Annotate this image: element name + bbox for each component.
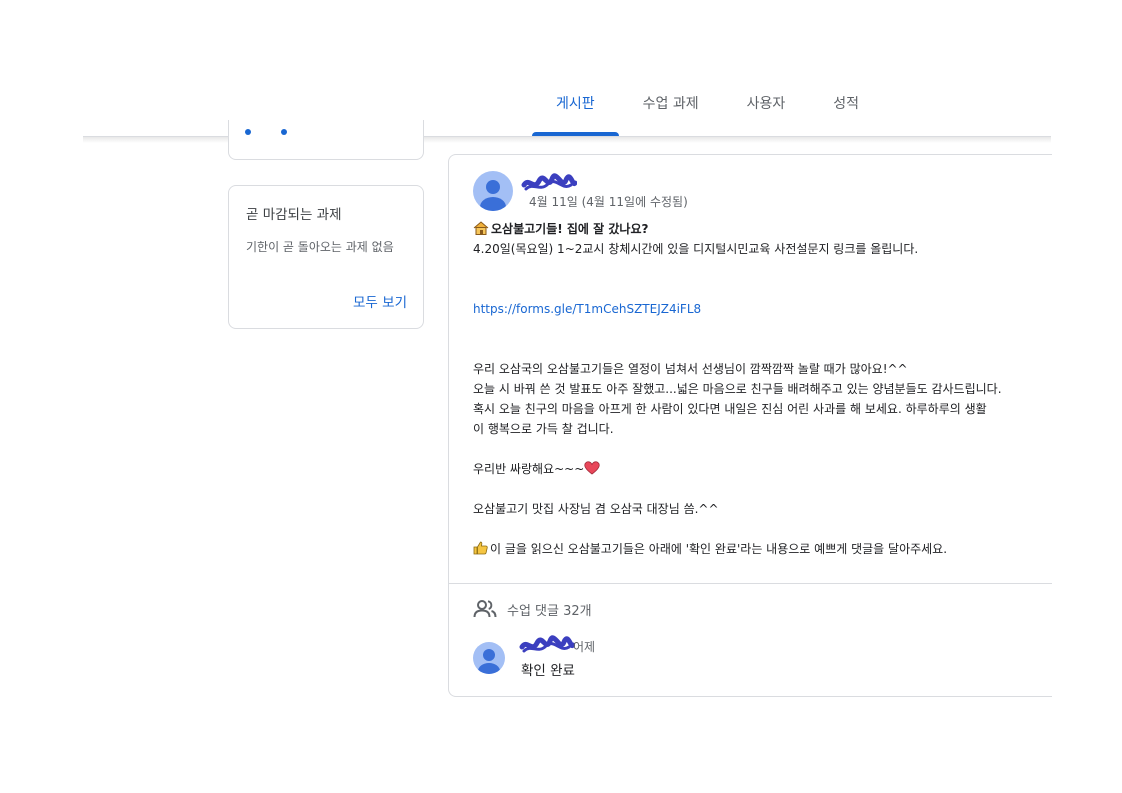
post-link-line: https://forms.gle/T1mCehSZTEJZ4iFL8 [473, 299, 1052, 319]
comments-divider [449, 583, 1052, 584]
post-body: 오삼불고기들! 집에 잘 갔나요? 4.20일(목요일) 1~2교시 창체시간에… [473, 219, 1052, 559]
thumbs-up-emoji-icon [473, 541, 488, 555]
post-intro: 4.20일(목요일) 1~2교시 창체시간에 있을 디지털시민교육 사전설문지 … [473, 242, 919, 256]
post-signature: 오삼불고기 맛집 사장님 겸 오삼국 대장님 씀.^^ [473, 502, 719, 516]
redacted-commenter-name [519, 635, 575, 653]
class-tabs: 게시판 수업 과제 사용자 성적 [532, 76, 883, 136]
tab-stream[interactable]: 게시판 [532, 76, 619, 136]
tab-people[interactable]: 사용자 [723, 76, 810, 136]
avatar-head [483, 649, 495, 661]
post-paragraph-line: 오늘 시 바꿔 쓴 것 발표도 아주 잘했고...넓은 마음으로 친구들 배려해… [473, 382, 1002, 396]
comment-count: 수업 댓글 32개 [507, 603, 592, 619]
people-icon [473, 600, 497, 618]
post-love-line: 우리반 싸랑해요~~~ [473, 459, 1052, 479]
upcoming-empty-text: 기한이 곧 돌아오는 과제 없음 [246, 240, 394, 254]
post-request: 이 글을 읽으신 오삼불고기들은 아래에 '확인 완료'라는 내용으로 예쁘게 … [490, 542, 948, 556]
survey-link[interactable]: https://forms.gle/T1mCehSZTEJZ4iFL8 [473, 302, 701, 316]
post-love-text: 우리반 싸랑해요~~~ [473, 462, 585, 476]
tab-classwork[interactable]: 수업 과제 [619, 76, 723, 136]
commenter-avatar[interactable] [473, 642, 505, 674]
comment-text: 확인 완료 [521, 663, 575, 679]
class-comments-toggle[interactable]: 수업 댓글 32개 [473, 599, 592, 619]
post-date: 4월 11일 (4월 11일에 수정됨) [529, 195, 688, 209]
view-all-link[interactable]: 모두 보기 [353, 291, 407, 311]
class-code-card [228, 120, 424, 160]
upcoming-card: 곧 마감되는 과제 기한이 곧 돌아오는 과제 없음 모두 보기 [228, 185, 424, 329]
upcoming-title: 곧 마감되는 과제 [246, 207, 342, 223]
post-title-line: 오삼불고기들! 집에 잘 갔나요? [473, 219, 1052, 239]
post-title: 오삼불고기들! 집에 잘 갔나요? [491, 222, 649, 236]
card-stub-mark [245, 129, 251, 135]
card-stub-mark [281, 129, 287, 135]
tab-grades[interactable]: 성적 [809, 76, 883, 136]
avatar-torso [480, 197, 506, 211]
avatar-torso [478, 663, 500, 674]
post-paragraph-line: 이 행복으로 가득 찰 겁니다. [473, 422, 614, 436]
post-request-line: 이 글을 읽으신 오삼불고기들은 아래에 '확인 완료'라는 내용으로 예쁘게 … [473, 539, 1052, 559]
comment-time: 어제 [573, 640, 596, 654]
house-emoji-icon [473, 221, 489, 235]
avatar-head [486, 180, 500, 194]
post-paragraph-line: 우리 오삼국의 오삼불고기들은 열정이 넘쳐서 선생님이 깜짝깜짝 놀랄 때가 … [473, 362, 908, 376]
redacted-author-name [521, 173, 577, 191]
announcement-post: 4월 11일 (4월 11일에 수정됨) 오삼불고기들! 집에 잘 갔나요? 4… [448, 154, 1052, 697]
post-paragraph-line: 혹시 오늘 친구의 마음을 아프게 한 사람이 있다면 내일은 진심 어린 사과… [473, 402, 987, 416]
author-avatar[interactable] [473, 171, 513, 211]
heart-emoji-icon [584, 461, 600, 475]
